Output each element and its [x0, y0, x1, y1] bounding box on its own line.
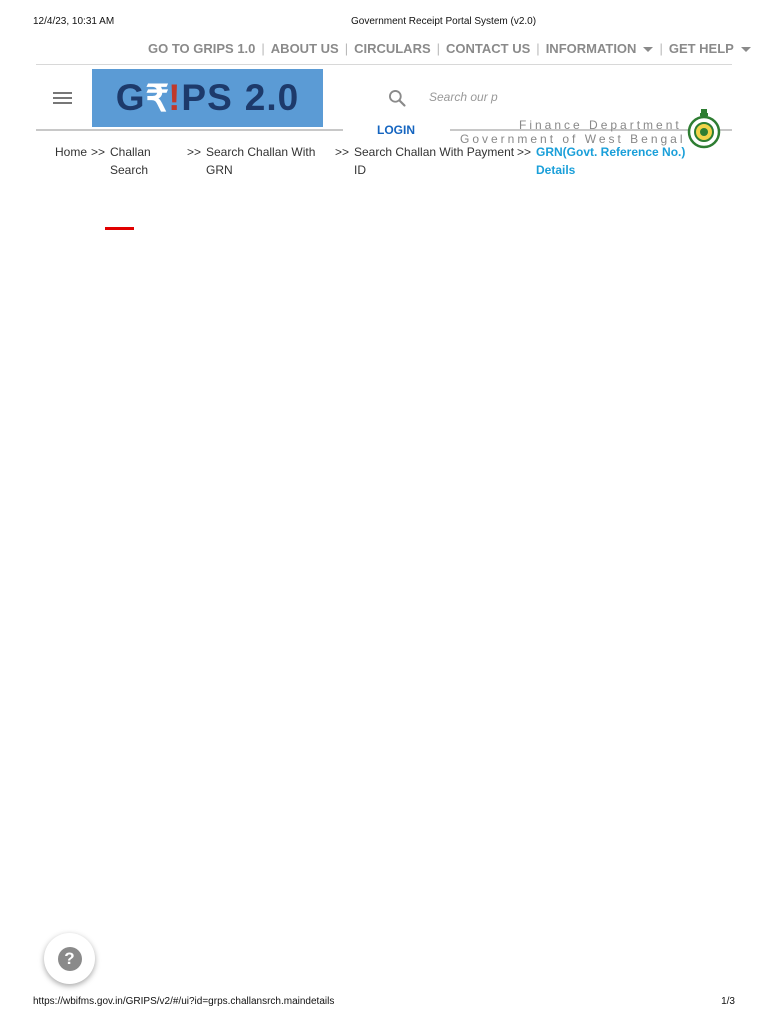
breadcrumb-separator: >>: [517, 145, 532, 159]
nav-separator: |: [659, 41, 663, 56]
search-icon[interactable]: [387, 88, 407, 108]
print-page-title: Government Receipt Portal System (v2.0): [351, 16, 537, 27]
nav-circulars[interactable]: CIRCULARS: [354, 41, 431, 56]
nav-separator: |: [344, 41, 349, 56]
menu-icon[interactable]: [53, 92, 72, 106]
print-datetime: 12/4/23, 10:31 AM: [33, 16, 115, 27]
logo-version: 2.0: [244, 77, 300, 118]
breadcrumb-item-grn-details: GRN(Govt. Reference No.) Details: [536, 145, 686, 177]
breadcrumb-item-home[interactable]: Home: [55, 143, 87, 161]
breadcrumb-separator: >>: [187, 145, 202, 159]
breadcrumb-item-search-grn[interactable]: Search Challan With GRN: [206, 143, 328, 179]
grips-logo[interactable]: G ₹! PS 2.0: [92, 69, 323, 127]
print-url: https://wbifms.gov.in/GRIPS/v2/#/ui?id=g…: [33, 996, 335, 1007]
print-page-number: 1/3: [721, 996, 735, 1007]
help-icon: ?: [57, 946, 82, 971]
caret-down-icon: [643, 47, 654, 53]
logo-letters-ps: PS: [181, 77, 233, 118]
caret-down-icon: [740, 47, 751, 53]
breadcrumb-separator: >>: [335, 145, 350, 159]
header-divider: [36, 129, 343, 131]
breadcrumb-item-search-payment-id[interactable]: Search Challan With Payment ID: [354, 143, 516, 179]
header-divider: [36, 64, 732, 65]
logo-exclamation: !: [168, 77, 182, 118]
nav-separator: |: [261, 41, 265, 56]
nav-separator: |: [436, 41, 441, 56]
help-button[interactable]: ?: [44, 933, 95, 984]
nav-about-us[interactable]: ABOUT US: [271, 41, 339, 56]
nav-get-help[interactable]: GET HELP: [669, 41, 751, 56]
logo-rupee: ₹: [145, 77, 171, 119]
breadcrumb-item-challan-search[interactable]: Challan Search: [110, 143, 172, 179]
top-navigation: GO TO GRIPS 1.0 | ABOUT US | CIRCULARS |…: [148, 41, 751, 56]
search-input[interactable]: [426, 87, 508, 107]
nav-information[interactable]: INFORMATION: [546, 41, 654, 56]
nav-information-label: INFORMATION: [545, 41, 637, 56]
login-link[interactable]: LOGIN: [377, 123, 415, 137]
breadcrumb-separator: >>: [91, 145, 106, 159]
logo-letter-g: G: [115, 77, 146, 118]
nav-contact-us[interactable]: CONTACT US: [446, 41, 530, 56]
nav-go-to-grips1[interactable]: GO TO GRIPS 1.0: [148, 41, 255, 56]
section-accent-bar: [105, 227, 134, 230]
nav-separator: |: [536, 41, 540, 56]
nav-get-help-label: GET HELP: [668, 41, 734, 56]
department-name: Finance Department: [519, 118, 682, 132]
